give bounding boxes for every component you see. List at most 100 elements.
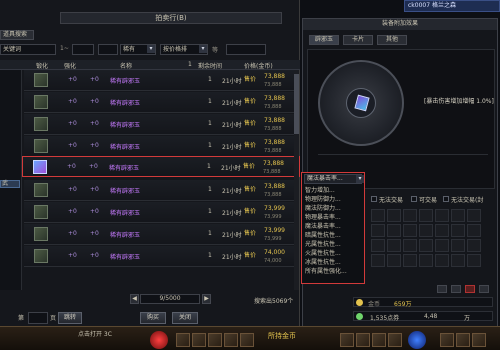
inventory-slot[interactable] — [387, 254, 401, 267]
skill-slot[interactable] — [176, 333, 190, 347]
inventory-slot[interactable] — [435, 254, 449, 267]
dropdown-option[interactable]: 智力增加... — [305, 186, 361, 195]
chevron-down-icon[interactable]: ▾ — [199, 45, 207, 53]
skill-slot[interactable] — [340, 333, 354, 347]
enhance-value: +0 — [90, 186, 99, 193]
skill-slot[interactable] — [240, 333, 254, 347]
checkbox-untradable[interactable] — [371, 196, 377, 202]
inventory-slot[interactable] — [419, 224, 433, 237]
extra-filter[interactable] — [226, 44, 266, 55]
item-unit-price: 73,888 — [264, 192, 282, 198]
inventory-slot[interactable] — [419, 209, 433, 222]
skill-slot[interactable] — [356, 333, 370, 347]
level-min-input[interactable] — [72, 44, 94, 55]
inventory-slot[interactable] — [371, 239, 385, 252]
chevron-down-icon[interactable]: ▾ — [356, 175, 364, 183]
skill-slot[interactable] — [208, 333, 222, 347]
skill-slot[interactable] — [440, 333, 454, 347]
skill-slot[interactable] — [372, 333, 386, 347]
chevron-down-icon[interactable]: ▾ — [147, 45, 155, 53]
table-row[interactable]: +0 +0 稀有辟邪玉 1 21小时 售价 73,888 73,888 — [24, 70, 296, 91]
inventory-slot[interactable] — [467, 239, 481, 252]
table-row[interactable]: +0 +0 稀有辟邪玉 1 21小时 售价 73,888 73,888 — [24, 136, 296, 157]
table-row[interactable]: +0 +0 稀有辟邪玉 1 21小时 售价 73,999 73,999 — [24, 202, 296, 223]
inventory-tab[interactable] — [451, 285, 461, 293]
dropdown-option[interactable]: 所有属性强化... — [305, 267, 361, 276]
gold-total-label: 所持金币 — [268, 332, 296, 340]
inventory-slot[interactable] — [451, 254, 465, 267]
auction-title: 拍卖行(B) — [60, 12, 282, 24]
next-page-icon[interactable]: ▶ — [202, 294, 211, 304]
inventory-slot[interactable] — [467, 209, 481, 222]
inventory-slot[interactable] — [403, 254, 417, 267]
skill-slot[interactable] — [224, 333, 238, 347]
dropdown-option[interactable]: 物理暴击率... — [305, 213, 361, 222]
checkbox-sealed[interactable] — [443, 196, 449, 202]
goto-button[interactable]: 跳转 — [58, 312, 82, 324]
table-row[interactable]: +0 +0 稀有辟邪玉 1 21小时 售价 73,999 73,999 — [24, 224, 296, 245]
inventory-tab-active[interactable] — [465, 285, 475, 293]
inventory-slot[interactable] — [435, 224, 449, 237]
skill-slot[interactable] — [192, 333, 206, 347]
buy-button[interactable]: 购买 — [140, 312, 166, 324]
effect-dropdown[interactable]: 魔法暴击率... ▾ 智力增加... 物理防御力... 魔法防御力... 物理暴… — [301, 172, 365, 284]
dropdown-selected[interactable]: 魔法暴击率... — [304, 174, 362, 184]
table-row[interactable]: +0 +0 稀有辟邪玉 1 21小时 售价 73,888 73,888 — [24, 92, 296, 113]
dropdown-option[interactable]: 魔法暴击率... — [305, 222, 361, 231]
skill-slot[interactable] — [472, 333, 486, 347]
skill-slot[interactable] — [456, 333, 470, 347]
inventory-slot[interactable] — [371, 224, 385, 237]
inventory-slot[interactable] — [371, 254, 385, 267]
category-tab[interactable]: 道具搜索 — [0, 30, 34, 40]
inventory-tab[interactable] — [479, 285, 489, 293]
inventory-tab[interactable] — [437, 285, 447, 293]
level-max-input[interactable] — [98, 44, 118, 55]
table-row[interactable]: +0 +0 稀有辟邪玉 1 21小时 售价 74,000 74,000 — [24, 246, 296, 267]
user-name[interactable]: ck0007 格兰之森 — [404, 0, 500, 12]
inventory-slot[interactable] — [467, 224, 481, 237]
dropdown-option[interactable]: 物理防御力... — [305, 195, 361, 204]
dropdown-option[interactable]: 光属性抗性... — [305, 240, 361, 249]
inventory-slot[interactable] — [451, 239, 465, 252]
col-time[interactable]: 剩余时间 — [198, 61, 222, 70]
inventory-slot[interactable] — [371, 209, 385, 222]
inventory-slot[interactable] — [403, 239, 417, 252]
prev-page-icon[interactable]: ◀ — [130, 294, 139, 304]
col-enhance[interactable]: 强化 — [64, 61, 76, 70]
inventory-slot[interactable] — [403, 224, 417, 237]
col-name[interactable]: 名称 — [120, 61, 132, 70]
table-row[interactable]: +0 +0 稀有辟邪玉 1 21小时 售价 73,888 73,888 — [24, 180, 296, 201]
item-time: 21小时 — [222, 78, 242, 85]
inventory-slot[interactable] — [403, 209, 417, 222]
inventory-slot[interactable] — [419, 239, 433, 252]
tab-card[interactable]: 卡片 — [343, 35, 373, 45]
inventory-slot[interactable] — [419, 254, 433, 267]
col-qty[interactable]: 1 — [188, 61, 192, 68]
dropdown-option[interactable]: 暗属性抗性... — [305, 231, 361, 240]
keyword-input[interactable]: 关键词 — [0, 44, 56, 55]
dropdown-option[interactable]: 火属性抗性... — [305, 249, 361, 258]
filter-row: 关键词 1~ 稀有 ▾ 按价格排 ▾ 等 — [0, 44, 300, 58]
dropdown-option[interactable]: 魔法防御力... — [305, 204, 361, 213]
tab-other[interactable]: 其他 — [377, 35, 407, 45]
inventory-slot[interactable] — [387, 239, 401, 252]
tab-talisman[interactable]: 辟邪玉 — [309, 35, 339, 45]
inventory-slot[interactable] — [451, 224, 465, 237]
inventory-slot[interactable] — [435, 239, 449, 252]
checkbox-tradable[interactable] — [411, 196, 417, 202]
inventory-slot[interactable] — [387, 224, 401, 237]
inventory-slot[interactable] — [435, 209, 449, 222]
inventory-slot[interactable] — [451, 209, 465, 222]
inventory-slot[interactable] — [387, 209, 401, 222]
col-reforge[interactable]: 锻化 — [36, 61, 48, 70]
page-input[interactable] — [28, 312, 48, 324]
list-scrollbar-thumb[interactable] — [294, 74, 299, 134]
item-unit-price: 73,888 — [264, 126, 282, 132]
dropdown-option[interactable]: 冰属性抗性... — [305, 258, 361, 267]
close-button[interactable]: 关闭 — [172, 312, 198, 324]
inventory-slot[interactable] — [467, 254, 481, 267]
table-row-selected[interactable]: +0 +0 稀有辟邪玉 1 21小时 售价 73,888 73,888 — [22, 156, 300, 177]
col-price[interactable]: 价格(金币) — [244, 61, 273, 70]
table-row[interactable]: +0 +0 稀有辟邪玉 1 21小时 售价 73,888 73,888 — [24, 114, 296, 135]
skill-slot[interactable] — [388, 333, 402, 347]
